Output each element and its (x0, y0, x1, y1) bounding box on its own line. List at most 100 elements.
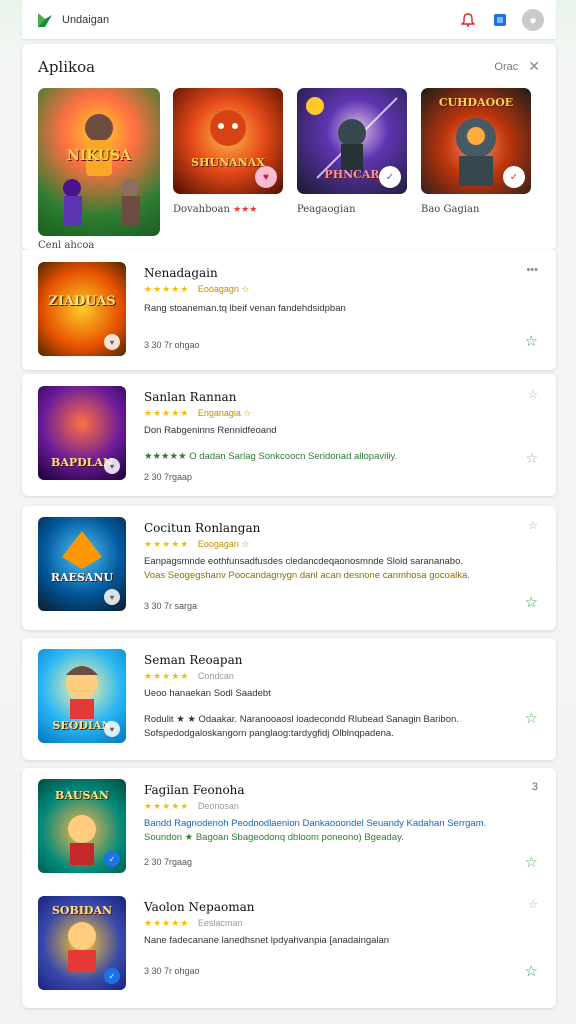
favorite-star-icon[interactable]: ☆ (525, 853, 538, 871)
featured-label-text: Dovahboan (173, 204, 230, 215)
app-rating: ★★★★★ Eoogagan ☆ (144, 539, 249, 550)
app-logo-icon[interactable] (36, 11, 54, 29)
featured-art-title: NIKUSA (66, 148, 132, 164)
list-item[interactable]: ZIADUAS ♥ Nenadagain ★★★★★ Eooagagn ☆ Ra… (38, 262, 538, 362)
thumbnail-badge-icon: ♥ (104, 589, 120, 605)
app-meta: 3 30 7r sarga (144, 601, 198, 611)
app-meta: 3 30 7r ohgao (144, 340, 200, 350)
app-list-card: SEODIAN ♥ Seman Reoapan ★★★★★ Condcan Ue… (22, 638, 556, 760)
rating-text: Eooagagn ☆ (197, 284, 250, 294)
app-rating: ★★★★★ Condcan (144, 671, 234, 682)
list-item[interactable]: SOBIDAN ✓ Vaolon Nepaoman ★★★★★ Eeslacma… (38, 896, 538, 996)
favorite-star-icon[interactable]: ☆ (525, 709, 538, 727)
app-rating: ★★★★★ Enganagia ☆ (144, 408, 251, 419)
thumbnail-badge-icon: ✓ (104, 968, 120, 984)
section-actions: Orac ✕ (494, 58, 540, 75)
app-rating: ★★★★★ Eeslacman (144, 918, 242, 929)
favorite-star-icon[interactable]: ☆ (525, 593, 538, 611)
featured-item[interactable]: CUHDAOOE ✓ Bao Gagian (421, 88, 531, 215)
rating-stars: ★★★★★ (144, 408, 190, 418)
apps-grid-icon[interactable] (490, 10, 510, 30)
featured-artwork: SHUNANAX ♥ (173, 88, 283, 194)
featured-item-label: Peagaogian (297, 204, 356, 215)
notification-bell-icon[interactable] (458, 10, 478, 30)
more-options-icon[interactable]: ••• (526, 264, 538, 276)
app-description: Don Rabgeninns Rennidfeoand (144, 425, 277, 436)
featured-rating-stars: ★★★ (233, 205, 258, 215)
thumbnail-badge-icon: ♥ (104, 458, 120, 474)
app-list-card: RAESANU ♥ Cocitun Ronlangan ★★★★★ Eoogag… (22, 506, 556, 630)
app-title: Sanlan Rannan (144, 390, 237, 404)
app-title: Cocitun Ronlangan (144, 521, 261, 535)
rating-stars: ★★★★★ (144, 539, 190, 549)
app-rating: ★★★★★ Deonosan (144, 801, 239, 812)
thumbnail-title: BAUSAN (55, 789, 109, 802)
app-thumbnail: SEODIAN ♥ (38, 649, 126, 743)
app-title: Undaigan (62, 13, 110, 26)
rating-text: Eeslacman (197, 918, 243, 928)
bookmark-star-icon[interactable]: ☆ (528, 388, 538, 401)
featured-artwork: NIKUSA (38, 88, 160, 236)
more-options-icon[interactable]: 3 (532, 781, 538, 793)
featured-item[interactable]: NIKUSA Cenl ahcoa (38, 88, 160, 251)
list-item[interactable]: BAUSAN ✓ Fagilan Feonoha ★★★★★ Deonosan … (38, 779, 538, 879)
app-meta: 2 30 7rgaap (144, 472, 193, 482)
featured-item-label: Bao Gagian (421, 204, 480, 215)
bookmark-star-icon[interactable]: ☆ (528, 898, 538, 911)
featured-item[interactable]: SHUNANAX ♥ Dovahboan ★★★ (173, 88, 283, 215)
app-top-bar: Undaigan ● (22, 0, 556, 40)
app-description: Ueoo hanaekan Sodl Saadebt (144, 688, 271, 699)
bookmark-star-icon[interactable]: ☆ (528, 519, 538, 532)
app-thumbnail: SOBIDAN ✓ (38, 896, 126, 990)
app-description: Bandd Ragnodenoh Peodnodlaenion Dankaooo… (144, 818, 487, 829)
list-item[interactable]: RAESANU ♥ Cocitun Ronlangan ★★★★★ Eoogag… (38, 517, 538, 617)
app-description-extra: ★★★★★ O dadan Sarlag Sonkcoocn Seridonad… (144, 451, 398, 462)
app-list-card: BAPDLAN ♥ Sanlan Rannan ★★★★★ Enganagia … (22, 374, 556, 496)
verified-badge-icon[interactable]: ✓ (379, 166, 401, 188)
thumbnail-badge-icon: ✓ (104, 851, 120, 867)
thumbnail-title: SOBIDAN (51, 904, 113, 917)
app-list-card: BAUSAN ✓ Fagilan Feonoha ★★★★★ Deonosan … (22, 768, 556, 1008)
app-title: Vaolon Nepaoman (144, 900, 255, 914)
app-description: Eanpagsmnde eothfunsadfusdes cledancdeqa… (144, 556, 464, 567)
app-description-extra: Voas Seogegshanv Poocandagnygn danl acan… (144, 570, 470, 581)
app-description: Rang stoaneman.tq lbeif venan fandehdsid… (144, 303, 346, 314)
rating-text: Condcan (197, 671, 234, 681)
app-description: Nane fadecanane lanedhsnet lpdyahvanpia … (144, 935, 390, 946)
rating-text: Enganagia ☆ (197, 408, 252, 418)
app-thumbnail: RAESANU ♥ (38, 517, 126, 611)
section-action-link[interactable]: Orac (494, 61, 518, 73)
featured-artwork: PHNCAR ✓ (297, 88, 407, 194)
rating-stars: ★★★★★ (144, 284, 190, 294)
app-thumbnail: BAUSAN ✓ (38, 779, 126, 873)
app-thumbnail: ZIADUAS ♥ (38, 262, 126, 356)
app-description-extra: Soundon ★ Bagoan Sbageodonq dbloom poneo… (144, 832, 404, 843)
rating-stars: ★★★★★ (144, 918, 190, 928)
app-thumbnail: BAPDLAN ♥ (38, 386, 126, 480)
rating-stars: ★★★★★ (144, 801, 190, 811)
featured-item[interactable]: PHNCAR ✓ Peagaogian (297, 88, 407, 215)
app-title: Seman Reoapan (144, 653, 243, 667)
close-icon[interactable]: ✕ (528, 58, 540, 75)
favorite-star-icon[interactable]: ☆ (525, 332, 538, 350)
user-avatar[interactable]: ● (522, 8, 544, 31)
featured-item-label: Dovahboan ★★★ (173, 204, 283, 215)
app-rating: ★★★★★ Eooagagn ☆ (144, 284, 249, 295)
thumbnail-badge-icon: ♥ (104, 721, 120, 737)
rating-text: Deonosan (197, 801, 239, 811)
thumbnail-title: ZIADUAS (48, 294, 116, 309)
list-item[interactable]: BAPDLAN ♥ Sanlan Rannan ★★★★★ Enganagia … (38, 386, 538, 486)
verified-badge-icon[interactable]: ✓ (503, 166, 525, 188)
list-item[interactable]: SEODIAN ♥ Seman Reoapan ★★★★★ Condcan Ue… (38, 649, 538, 749)
app-description-extra: Sofspedodgaloskangorn panglaog:tardygfid… (144, 728, 394, 739)
app-meta: 3 30 7r ohgao (144, 966, 200, 976)
favorite-badge-icon[interactable]: ♥ (255, 166, 277, 188)
app-title: Fagilan Feonoha (144, 783, 245, 797)
favorite-star-icon[interactable]: ☆ (525, 450, 538, 467)
favorite-star-icon[interactable]: ☆ (525, 962, 538, 980)
thumbnail-title: RAESANU (50, 571, 114, 584)
featured-artwork: CUHDAOOE ✓ (421, 88, 531, 194)
thumbnail-badge-icon: ♥ (104, 334, 120, 350)
app-title: Nenadagain (144, 266, 218, 280)
rating-stars: ★★★★★ (144, 671, 190, 681)
